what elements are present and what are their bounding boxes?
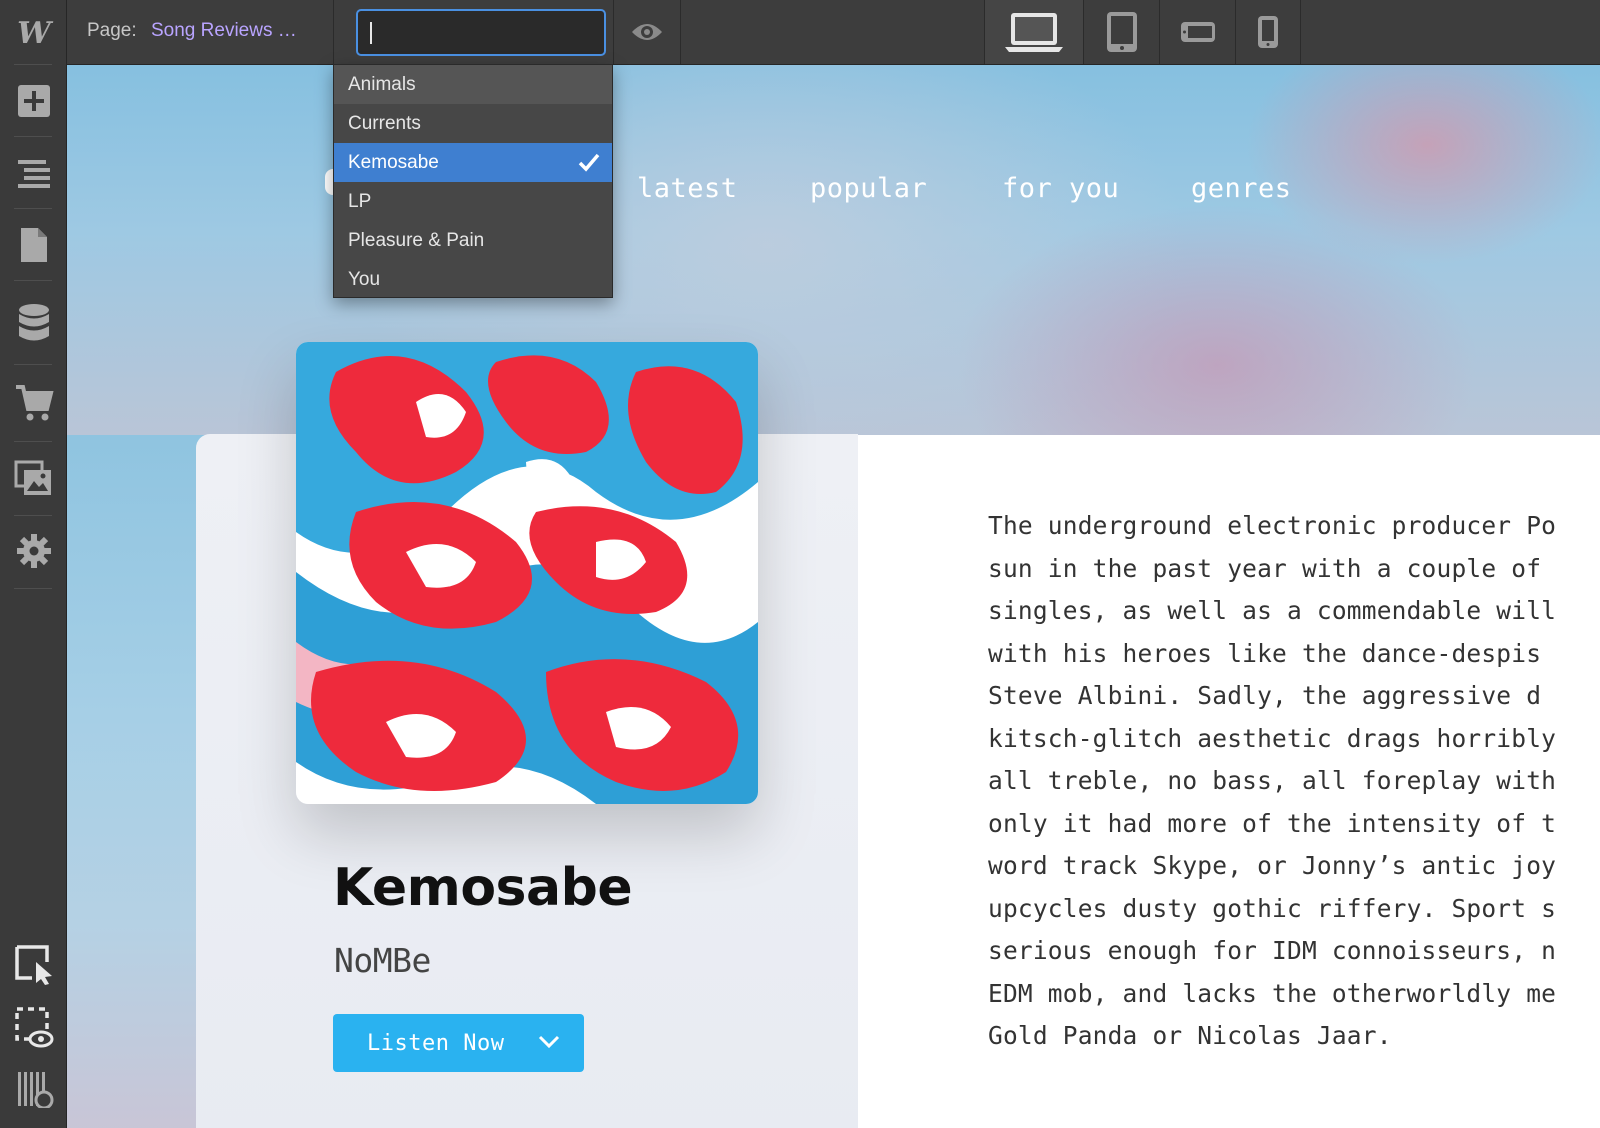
nav-popular[interactable]: popular xyxy=(810,173,927,204)
sidebar-divider xyxy=(14,588,52,589)
review-line: serious enough for IDM connoisseurs, n xyxy=(988,936,1557,965)
review-line: upcycles dusty gothic riffery. Sport s xyxy=(988,893,1557,923)
page-search-input[interactable] xyxy=(358,11,604,54)
dropdown-option-you[interactable]: You xyxy=(334,260,612,299)
tablet-view-icon[interactable] xyxy=(1084,0,1159,64)
review-line: with his heroes like the dance-despis xyxy=(988,638,1542,668)
listen-now-button[interactable]: Listen Now xyxy=(333,1014,584,1072)
page-search-box[interactable] xyxy=(356,9,606,56)
dropdown-option-currents[interactable]: Currents xyxy=(334,104,612,143)
review-line: sun in the past year with a couple of xyxy=(988,553,1542,583)
nav-for-you[interactable]: for you xyxy=(1002,173,1119,204)
text-caret xyxy=(370,22,372,44)
nav-genres[interactable]: genres xyxy=(1191,173,1292,204)
album-cover-image xyxy=(296,342,758,804)
review-text: The underground electronic producer Po s… xyxy=(988,505,1600,1058)
sidebar-divider xyxy=(14,364,52,365)
listen-now-label: Listen Now xyxy=(367,1030,505,1056)
review-line: all treble, no bass, all foreplay with xyxy=(988,766,1557,795)
collection-item-dropdown: Animals Currents Kemosabe LP Pleasure & … xyxy=(333,64,613,298)
chevron-down-icon xyxy=(537,1034,561,1055)
page-label: Page: xyxy=(87,20,137,41)
settings-icon[interactable] xyxy=(0,529,67,573)
song-title: Kemosabe xyxy=(333,858,633,918)
review-line: kitsch-glitch aesthetic drags horribly xyxy=(988,723,1557,753)
sidebar-divider xyxy=(14,64,52,65)
add-icon[interactable] xyxy=(0,83,67,119)
review-line: The underground electronic producer Po xyxy=(988,511,1557,540)
svg-text:W: W xyxy=(17,17,54,47)
sidebar-divider xyxy=(14,136,52,137)
sidebar-divider xyxy=(14,280,52,281)
review-line: word track Skype, or Jonny’s antic joy xyxy=(988,851,1557,880)
topbar-divider xyxy=(333,0,334,64)
pages-icon[interactable] xyxy=(0,225,67,265)
top-bar: Page: Song Reviews … xyxy=(67,0,1600,65)
review-line: EDM mob, and lacks the otherworldly me xyxy=(988,978,1557,1008)
sidebar-divider xyxy=(14,515,52,516)
review-line: only it had more of the intensity of t xyxy=(988,808,1557,838)
topbar-divider xyxy=(1300,0,1301,64)
sidebar-divider xyxy=(14,441,52,442)
dropdown-option-kemosabe[interactable]: Kemosabe xyxy=(334,143,612,182)
review-line: Steve Albini. Sadly, the aggressive d xyxy=(988,681,1542,710)
dropdown-option-label: Kemosabe xyxy=(348,151,439,173)
design-canvas[interactable]: latest popular for you genres Kemosabe N… xyxy=(67,65,1600,1128)
mobile-landscape-view-icon[interactable] xyxy=(1160,0,1235,64)
audit-icon[interactable] xyxy=(0,1068,67,1108)
nav-latest[interactable]: latest xyxy=(637,173,738,204)
review-line: singles, as well as a commendable will xyxy=(988,596,1557,625)
sidebar-divider xyxy=(14,208,52,209)
dropdown-option-lp[interactable]: LP xyxy=(334,182,612,221)
preview-icon[interactable] xyxy=(0,1004,67,1050)
checkmark-icon xyxy=(578,152,600,178)
dropdown-option-pleasure-and-pain[interactable]: Pleasure & Pain xyxy=(334,221,612,260)
navigator-icon[interactable] xyxy=(0,155,67,191)
ecommerce-icon[interactable] xyxy=(0,381,67,425)
artist-name: NoMBe xyxy=(334,941,431,980)
webflow-logo-icon[interactable]: W xyxy=(0,12,67,52)
page-selector[interactable]: Song Reviews … xyxy=(151,20,297,42)
cms-icon[interactable] xyxy=(0,302,67,346)
review-line: Gold Panda or Nicolas Jaar. xyxy=(988,1021,1392,1050)
mobile-portrait-view-icon[interactable] xyxy=(1236,0,1300,64)
desktop-view-icon[interactable] xyxy=(985,0,1083,64)
select-icon[interactable] xyxy=(0,942,67,988)
preview-eye-icon[interactable] xyxy=(614,0,680,64)
topbar-divider xyxy=(680,0,681,64)
assets-icon[interactable] xyxy=(0,456,67,500)
left-toolbar: W xyxy=(0,0,67,1128)
dropdown-option-animals[interactable]: Animals xyxy=(334,65,612,104)
